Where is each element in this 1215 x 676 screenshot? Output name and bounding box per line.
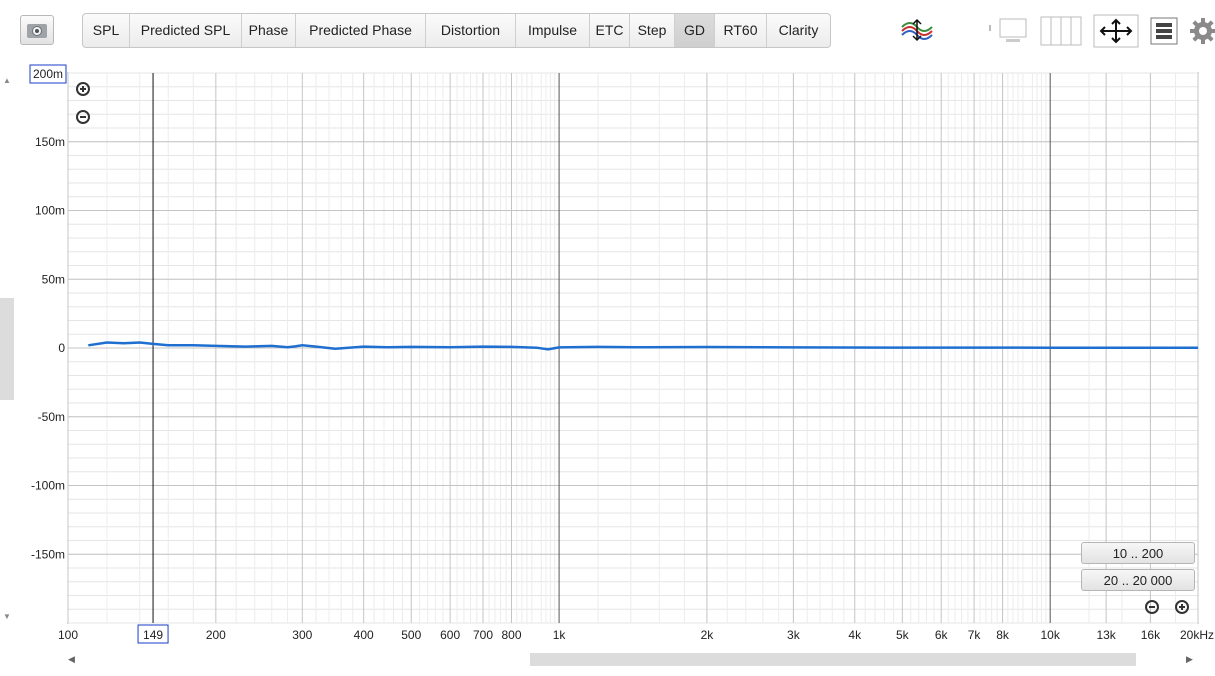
cursor-x-label[interactable]: 149 [143, 628, 163, 642]
tab-predicted-spl[interactable]: Predicted SPL [130, 14, 242, 47]
y-axis-labels: 150m 100m 50m 0 -50m -100m -150m [31, 135, 65, 562]
y-tick-label: 50m [42, 272, 65, 286]
x-tick-label: 3k [787, 628, 801, 642]
x-tick-label: 5k [896, 628, 910, 642]
x-tick-label: 200 [206, 628, 226, 642]
tab-predicted-phase[interactable]: Predicted Phase [296, 14, 426, 47]
tab-distortion[interactable]: Distortion [426, 14, 516, 47]
y-tick-label: -150m [31, 547, 65, 561]
controls-list-icon[interactable] [1150, 17, 1178, 45]
horizontal-scrollbar[interactable]: ◀ ▶ [68, 652, 1198, 668]
overlay-traces-icon[interactable] [900, 17, 934, 43]
x-tick-label: 16k [1141, 628, 1161, 642]
tab-gd[interactable]: GD [675, 14, 715, 47]
zoom-out-icon[interactable] [76, 110, 90, 124]
x-tick-label: 6k [935, 628, 949, 642]
single-graph-icon[interactable] [986, 17, 1028, 45]
graph-area: ▲ ▼ 150m 100m 50m 0 -50m -100m -150m 100 200 300… [0, 62, 1215, 676]
y-tick-label: 0 [58, 341, 65, 355]
y-tick-label: -50m [38, 410, 65, 424]
x-tick-label: 600 [440, 628, 460, 642]
y-top-label[interactable]: 200m [33, 67, 63, 81]
x-tick-label: 1k [553, 628, 567, 642]
y-tick-label: 100m [35, 204, 65, 218]
tab-clarity[interactable]: Clarity [767, 14, 830, 47]
x-axis-labels: 100 200 300 400 500 600 700 800 1k 2k 3k 4k 5k 6k 7k 8k… [58, 628, 1214, 642]
tab-phase[interactable]: Phase [242, 14, 296, 47]
x-tick-label: 7k [968, 628, 982, 642]
x-tick-label: 700 [473, 628, 493, 642]
toolbar: SPL Predicted SPL Phase Predicted Phase Dist… [0, 0, 1215, 62]
scroll-left-arrow-icon[interactable]: ◀ [68, 654, 75, 665]
graph-columns-icon[interactable] [1040, 15, 1082, 47]
horizontal-scroll-thumb[interactable] [530, 653, 1136, 666]
x-tick-label: 400 [354, 628, 374, 642]
group-delay-graph[interactable]: 150m 100m 50m 0 -50m -100m -150m 100 200 300 400 5… [0, 62, 1215, 652]
x-tick-label: 500 [401, 628, 421, 642]
x-tick-label: 100 [58, 628, 78, 642]
x-tick-label: 20kHz [1180, 628, 1214, 642]
x-tick-label: 13k [1096, 628, 1116, 642]
range-20-20000-button[interactable]: 20 .. 20 000 [1081, 569, 1195, 591]
x-tick-label: 10k [1040, 628, 1060, 642]
x-zoom-out-icon[interactable] [1145, 600, 1159, 614]
tab-etc[interactable]: ETC [590, 14, 630, 47]
y-tick-label: 150m [35, 135, 65, 149]
gear-icon[interactable] [1188, 15, 1215, 47]
tab-rt60[interactable]: RT60 [715, 14, 767, 47]
pan-arrows-icon[interactable] [1093, 14, 1139, 48]
zoom-in-icon[interactable] [76, 82, 90, 96]
range-10-200-button[interactable]: 10 .. 200 [1081, 542, 1195, 564]
tab-step[interactable]: Step [630, 14, 675, 47]
tab-impulse[interactable]: Impulse [516, 14, 590, 47]
x-zoom-in-icon[interactable] [1175, 600, 1189, 614]
x-tick-label: 2k [701, 628, 715, 642]
x-tick-label: 300 [292, 628, 312, 642]
y-tick-label: -100m [31, 479, 65, 493]
tab-spl[interactable]: SPL [83, 14, 130, 47]
x-tick-label: 800 [501, 628, 521, 642]
scroll-right-arrow-icon[interactable]: ▶ [1186, 654, 1193, 665]
x-tick-label: 8k [996, 628, 1010, 642]
x-tick-label: 4k [848, 628, 862, 642]
graph-tabs: SPL Predicted SPL Phase Predicted Phase Dist… [82, 13, 831, 48]
camera-icon[interactable] [20, 15, 54, 45]
